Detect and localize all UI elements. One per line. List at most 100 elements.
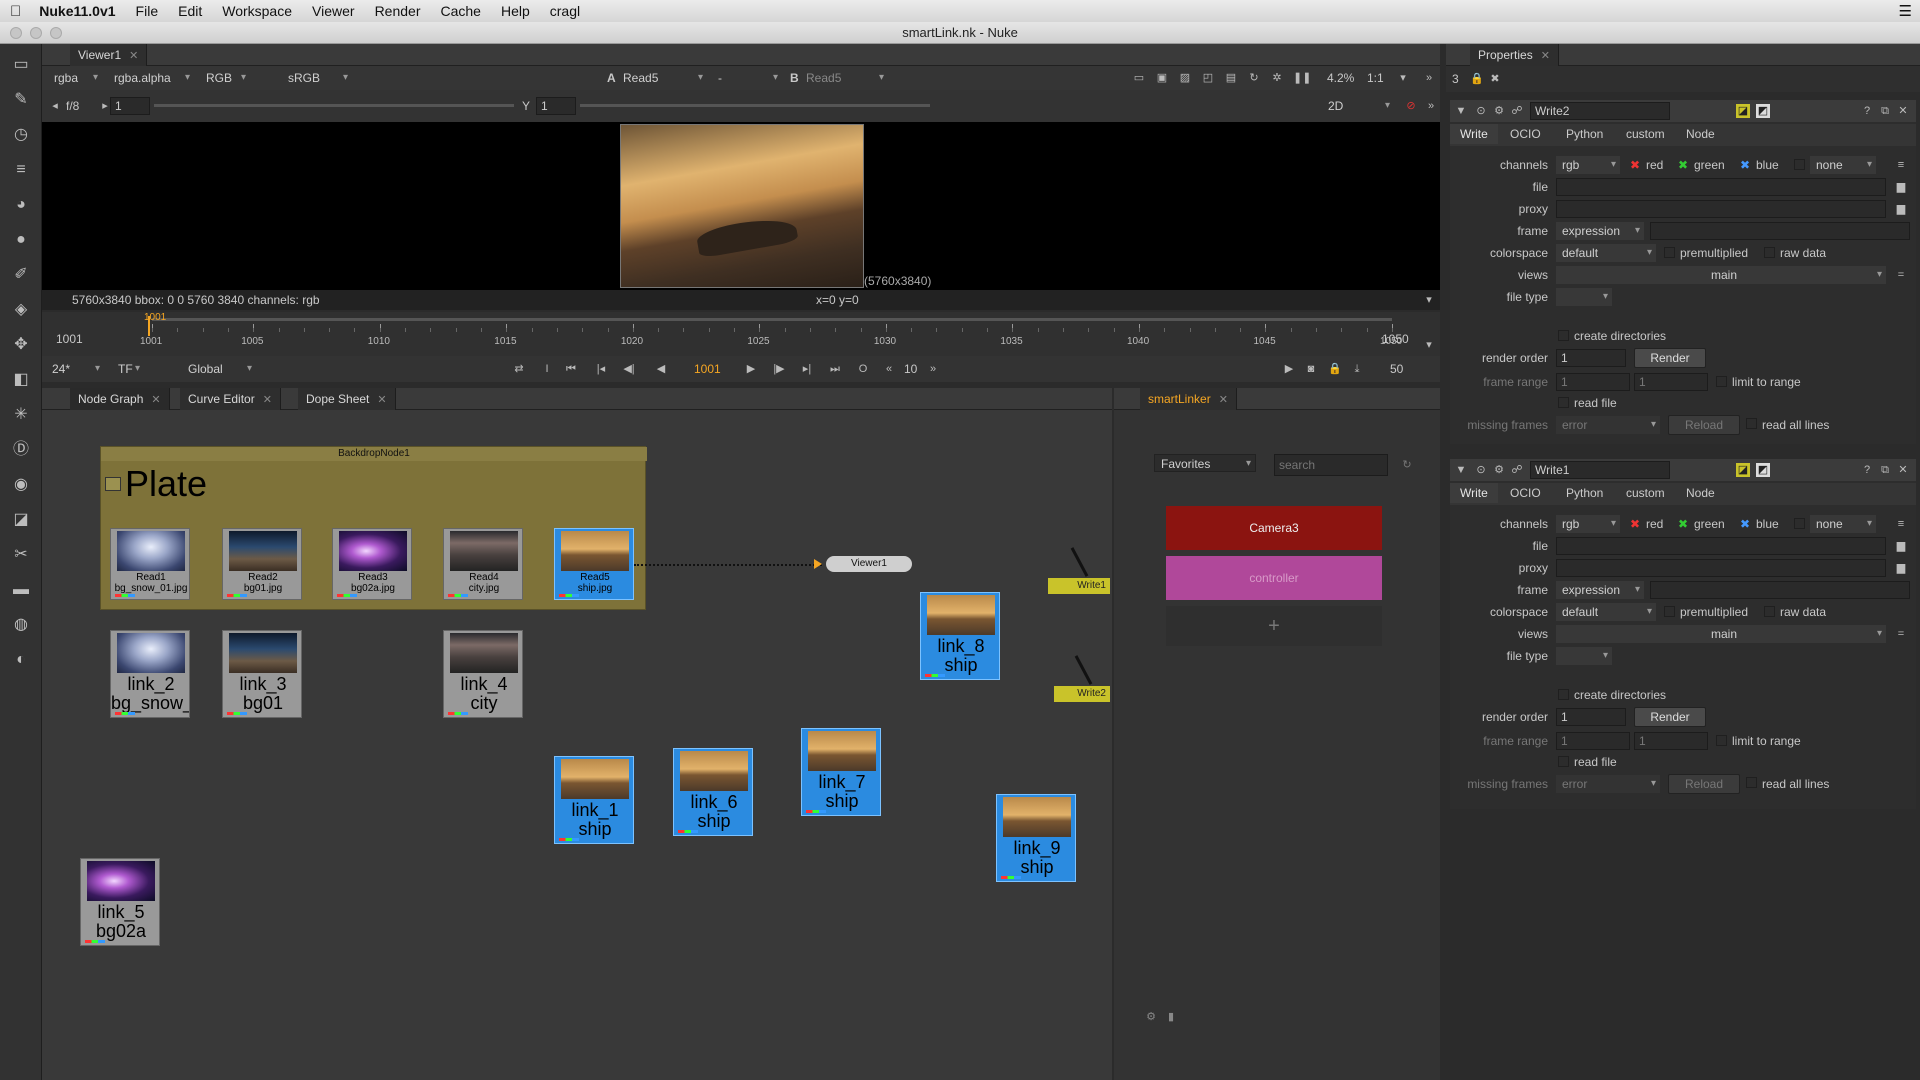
link-2-node[interactable]: link_2bg_snow_01 (110, 630, 190, 718)
alpha-channel-checkbox[interactable] (1794, 518, 1805, 529)
search-input[interactable] (1274, 454, 1388, 476)
close-tab-icon[interactable]: ✕ (1541, 50, 1550, 62)
settings-icon[interactable]: ✲ (1270, 71, 1284, 85)
viewer-canvas[interactable]: (5760x3840) (42, 122, 1440, 290)
tab-custom[interactable]: custom (1616, 483, 1675, 503)
3d-tool-icon[interactable]: ◧ (9, 369, 33, 391)
blue-channel-checkbox[interactable]: ✖ (1740, 517, 1750, 531)
tab-python[interactable]: Python (1556, 483, 1613, 503)
range-scope-dropdown[interactable]: Global (182, 360, 256, 378)
add-item-button[interactable]: + (1166, 606, 1382, 646)
views-menu-icon[interactable]: = (1894, 627, 1908, 641)
proxy-input[interactable] (1556, 559, 1886, 577)
prev-frame-icon[interactable]: ◀| (622, 362, 636, 376)
tab-write[interactable]: Write (1450, 483, 1498, 503)
refresh-icon[interactable]: ↻ (1247, 71, 1261, 85)
filter-tool-icon[interactable]: ● (9, 229, 33, 251)
node-link-icon[interactable]: ☍ (1510, 104, 1524, 118)
apple-icon[interactable]:  (0, 3, 31, 20)
missing-frames-dropdown[interactable]: error (1556, 775, 1660, 793)
input-a-dropdown[interactable]: Read5 (617, 69, 707, 87)
tab-dope-sheet[interactable]: Dope Sheet ✕ (298, 388, 396, 410)
gain-slider[interactable] (154, 104, 514, 107)
node-disable-icon[interactable]: ⊙ (1474, 104, 1488, 118)
write2-node[interactable]: Write2 (1054, 686, 1110, 702)
file-input[interactable] (1556, 537, 1886, 555)
folder-icon[interactable]: ▆ (1894, 539, 1908, 553)
views-dropdown[interactable]: main (1556, 625, 1886, 643)
proxy-input[interactable] (1556, 200, 1886, 218)
refresh-icon[interactable]: ↻ (1400, 458, 1414, 472)
handle-icon[interactable]: ▮ (1164, 1010, 1178, 1024)
menu-viewer[interactable]: Viewer (302, 3, 365, 19)
play-back-icon[interactable]: ◂ (48, 99, 62, 113)
views-dropdown[interactable]: main (1556, 266, 1886, 284)
play-backward-icon[interactable]: ◀ (654, 362, 668, 376)
premultiplied-checkbox[interactable] (1664, 247, 1675, 258)
expand-icon[interactable]: » (1424, 99, 1438, 113)
list-icon[interactable]: ☰ (1899, 2, 1912, 20)
node-disable-icon[interactable]: ⊙ (1474, 463, 1488, 477)
gain-input[interactable]: 1 (110, 97, 150, 115)
tab-custom[interactable]: custom (1616, 124, 1675, 144)
close-window-icon[interactable] (10, 27, 22, 39)
node-graph-canvas[interactable]: BackdropNode1 Plate Read1 bg_snow_01.jpg … (42, 410, 1157, 1080)
other-tool-icon[interactable]: ▬ (9, 579, 33, 601)
menu-cragl[interactable]: cragl (540, 3, 590, 19)
tab-ocio[interactable]: OCIO (1500, 124, 1551, 144)
guides-icon[interactable]: ▤ (1224, 71, 1238, 85)
app-menu[interactable]: Nuke11.0v1 (31, 3, 125, 19)
next-frame-icon[interactable]: |▶ (772, 362, 786, 376)
close-tab-icon[interactable]: ✕ (1219, 394, 1228, 406)
limit-to-range-checkbox[interactable] (1716, 735, 1727, 746)
menu-help[interactable]: Help (491, 3, 540, 19)
node-name-field[interactable]: Write2 (1530, 102, 1670, 120)
in-point-icon[interactable]: I (540, 362, 554, 376)
input-b-dropdown[interactable]: Read5 (800, 69, 888, 87)
folder-icon[interactable]: ▆ (1894, 180, 1908, 194)
colorspace-dropdown[interactable]: default (1556, 603, 1656, 621)
smartlink-item-camera3[interactable]: Camera3 (1166, 506, 1382, 550)
zoom-level[interactable]: 4.2% (1327, 71, 1354, 85)
alpha-channel-checkbox[interactable] (1794, 159, 1805, 170)
frame-range-end-input[interactable]: 1 (1634, 732, 1708, 750)
color-swatch-icon[interactable]: ◪ (1736, 104, 1750, 118)
overlay-icon[interactable]: ◰ (1201, 71, 1215, 85)
link-3-node[interactable]: link_3 bg01 (222, 630, 302, 718)
blue-channel-checkbox[interactable]: ✖ (1740, 158, 1750, 172)
read5-node[interactable]: Read5 ship.jpg (554, 528, 634, 600)
max-panels-field[interactable]: 3 (1452, 72, 1459, 86)
file-type-dropdown[interactable] (1556, 288, 1612, 306)
play-icon[interactable]: ▶ (744, 362, 758, 376)
tab-smartlinker[interactable]: smartLinker ✕ (1140, 388, 1237, 410)
close-tab-icon[interactable]: ✕ (151, 394, 160, 406)
help-icon[interactable]: ? (1860, 463, 1874, 477)
gear-icon[interactable]: ⚙ (1144, 1010, 1158, 1024)
folder-icon[interactable]: ▆ (1894, 202, 1908, 216)
menu-edit[interactable]: Edit (168, 3, 212, 19)
timeline-ruler[interactable]: 1001 1001 1005 1010 1015 1020 1025 1030 1035 104… (112, 312, 1402, 354)
edit-color-icon[interactable]: ◩ (1756, 463, 1770, 477)
current-frame-field[interactable]: 1001 (694, 362, 721, 376)
deep-tool-icon[interactable]: Ⓓ (9, 439, 33, 461)
folder-icon[interactable]: ▆ (1894, 561, 1908, 575)
loop-icon[interactable]: ⇄ (512, 362, 526, 376)
alpha-channel-dropdown[interactable]: rgba.alpha (108, 69, 194, 87)
link-1-node[interactable]: link_1 ship (554, 756, 634, 844)
limit-to-range-checkbox[interactable] (1716, 376, 1727, 387)
render-icon[interactable]: ◙ (1304, 362, 1318, 376)
link-4-node[interactable]: link_4 city (443, 630, 523, 718)
flipbook-icon[interactable]: ▶ (1282, 362, 1296, 376)
read-all-lines-checkbox[interactable] (1746, 777, 1757, 788)
link-7-node[interactable]: link_7 ship (801, 728, 881, 816)
raw-data-checkbox[interactable] (1764, 247, 1775, 258)
close-tab-icon[interactable]: ✕ (377, 394, 386, 406)
download-icon[interactable]: ⤓ (1350, 362, 1364, 376)
draw-tool-icon[interactable]: ✎ (9, 89, 33, 111)
frame-expression-input[interactable] (1650, 581, 1910, 599)
alpha-dropdown[interactable]: none (1810, 156, 1876, 174)
viewer1-node[interactable]: Viewer1 (826, 556, 912, 572)
create-directories-checkbox[interactable] (1558, 330, 1569, 341)
tab-python[interactable]: Python (1556, 124, 1613, 144)
node-tools-icon[interactable]: ⚙ (1492, 463, 1506, 477)
